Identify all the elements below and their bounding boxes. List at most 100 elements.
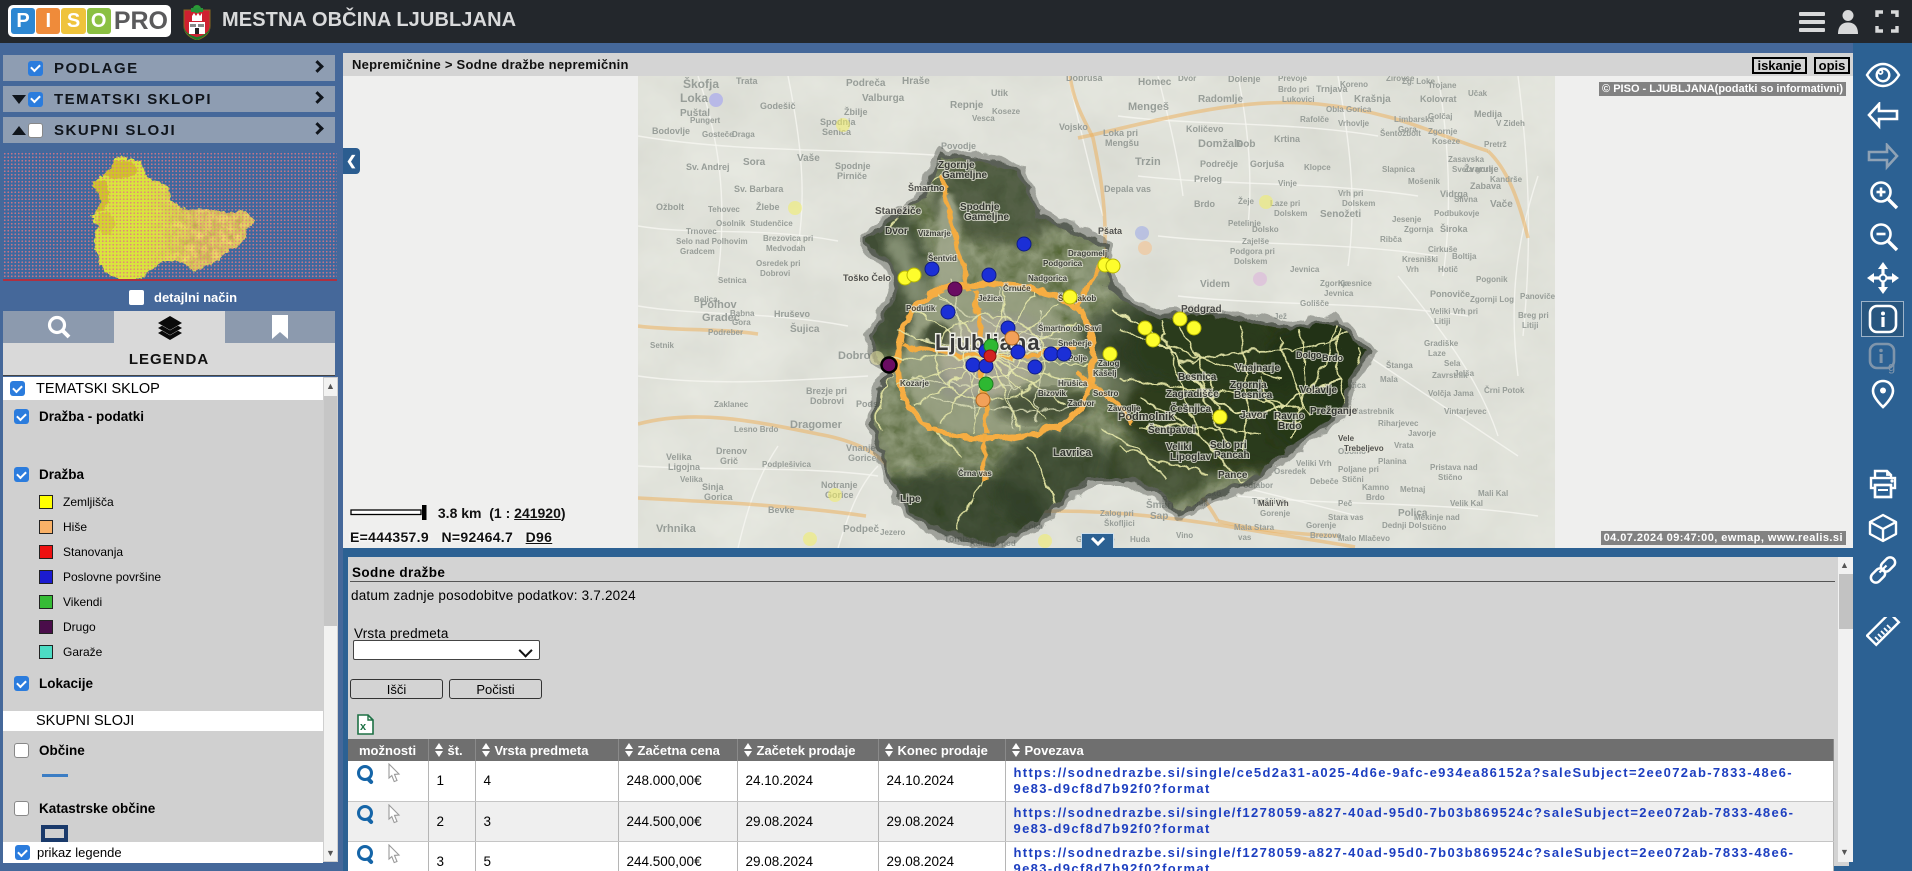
svg-text:Pšata: Pšata bbox=[1098, 226, 1123, 236]
svg-text:Vrh: Vrh bbox=[1406, 265, 1419, 274]
svg-text:Loka pri: Loka pri bbox=[1103, 128, 1138, 138]
svg-text:Pretrž: Pretrž bbox=[1484, 140, 1507, 149]
svg-text:Mali Kal: Mali Kal bbox=[1478, 489, 1508, 498]
svg-text:Zasavska: Zasavska bbox=[1448, 155, 1485, 164]
svg-text:Dvor: Dvor bbox=[885, 226, 908, 237]
svg-text:Jevnica: Jevnica bbox=[1324, 289, 1354, 298]
svg-text:Laze pri: Laze pri bbox=[1270, 199, 1300, 208]
svg-text:Sv. Barbara: Sv. Barbara bbox=[734, 184, 784, 194]
svg-text:Podreber: Podreber bbox=[708, 328, 743, 337]
svg-text:Brezovica pri: Brezovica pri bbox=[763, 234, 813, 243]
svg-text:Ježica: Ježica bbox=[978, 294, 1003, 303]
svg-text:Ligojna: Ligojna bbox=[668, 462, 701, 472]
svg-text:Zadvor: Zadvor bbox=[1068, 399, 1095, 408]
svg-text:Osredek: Osredek bbox=[1274, 467, 1307, 476]
svg-text:Mengšu: Mengšu bbox=[1105, 138, 1139, 148]
svg-text:Loka: Loka bbox=[680, 91, 708, 105]
svg-text:Črnuče: Črnuče bbox=[1003, 284, 1031, 293]
svg-text:Dednji Dol: Dednji Dol bbox=[1382, 521, 1422, 530]
svg-text:Jelša: Jelša bbox=[1454, 369, 1475, 378]
svg-text:Obla Gorica: Obla Gorica bbox=[1326, 105, 1372, 114]
svg-text:Prežganje: Prežganje bbox=[1310, 406, 1358, 417]
svg-text:Zavoglje: Zavoglje bbox=[1108, 404, 1141, 413]
svg-text:Vino: Vino bbox=[1176, 531, 1193, 540]
svg-text:Peč: Peč bbox=[1338, 499, 1353, 508]
svg-text:Podrečje: Podrečje bbox=[1200, 159, 1238, 169]
svg-text:Vaše: Vaše bbox=[797, 153, 820, 164]
svg-text:Lavrica: Lavrica bbox=[1053, 447, 1092, 459]
svg-text:Krtina: Krtina bbox=[1274, 134, 1301, 144]
svg-text:Petelinje: Petelinje bbox=[1228, 219, 1261, 228]
svg-text:Drenov: Drenov bbox=[716, 446, 747, 456]
svg-text:Spodnje: Spodnje bbox=[835, 161, 871, 171]
svg-text:Lipoglav: Lipoglav bbox=[1170, 452, 1212, 463]
svg-text:vas: vas bbox=[1238, 533, 1252, 542]
svg-text:Lukovici: Lukovici bbox=[1282, 95, 1314, 104]
svg-text:Sinja: Sinja bbox=[702, 482, 725, 492]
svg-text:Žlebe: Žlebe bbox=[756, 201, 780, 212]
svg-text:Gameljne: Gameljne bbox=[964, 212, 1009, 223]
svg-text:Kašelj: Kašelj bbox=[1093, 369, 1117, 378]
svg-text:Dvor: Dvor bbox=[1178, 76, 1196, 83]
svg-text:Gorjuša: Gorjuša bbox=[1250, 159, 1285, 169]
svg-text:Brdo: Brdo bbox=[1322, 353, 1343, 363]
svg-text:Gorenje: Gorenje bbox=[1260, 509, 1291, 518]
svg-text:Podgora pri: Podgora pri bbox=[1230, 247, 1275, 256]
svg-text:Jesenje: Jesenje bbox=[1392, 215, 1422, 224]
svg-text:Nadgorica: Nadgorica bbox=[1028, 274, 1068, 283]
svg-text:Huda: Huda bbox=[1130, 535, 1151, 544]
svg-text:Vižmarje: Vižmarje bbox=[918, 229, 951, 238]
svg-text:Dolgo: Dolgo bbox=[1296, 350, 1322, 360]
svg-text:Pogonik: Pogonik bbox=[1476, 275, 1508, 284]
svg-text:Dobrovi: Dobrovi bbox=[810, 396, 844, 406]
svg-text:Kolovrat: Kolovrat bbox=[1420, 94, 1457, 104]
svg-text:Grič: Grič bbox=[720, 456, 738, 466]
svg-text:Litiji: Litiji bbox=[1522, 321, 1538, 330]
svg-text:Kresniški: Kresniški bbox=[1402, 255, 1438, 264]
svg-text:Rafolče: Rafolče bbox=[1300, 115, 1329, 124]
svg-text:Dob: Dob bbox=[1236, 139, 1255, 150]
svg-text:Besnica: Besnica bbox=[1234, 390, 1273, 401]
svg-text:Breg pri: Breg pri bbox=[1518, 311, 1549, 320]
svg-text:Jevnica: Jevnica bbox=[1290, 265, 1320, 274]
svg-text:Široka: Široka bbox=[1440, 223, 1469, 234]
svg-text:Panoviče: Panoviče bbox=[1520, 292, 1555, 301]
svg-text:Notranje: Notranje bbox=[821, 480, 858, 490]
svg-text:Vintarjevec: Vintarjevec bbox=[1444, 407, 1487, 416]
svg-text:Riharjevec: Riharjevec bbox=[1378, 419, 1419, 428]
svg-text:Kresnice: Kresnice bbox=[1338, 279, 1372, 288]
svg-text:Stično: Stično bbox=[1438, 473, 1463, 482]
svg-text:Ožbolt: Ožbolt bbox=[656, 202, 684, 212]
svg-text:Škofja: Škofja bbox=[683, 76, 719, 91]
svg-text:Zaklanec: Zaklanec bbox=[714, 400, 749, 409]
svg-text:Koseze: Koseze bbox=[1432, 137, 1461, 146]
svg-text:Kozarje: Kozarje bbox=[900, 379, 929, 388]
svg-text:Podbukovje: Podbukovje bbox=[1434, 209, 1480, 218]
svg-text:Hrušica: Hrušica bbox=[1058, 379, 1088, 388]
svg-text:Polhov: Polhov bbox=[700, 299, 738, 311]
svg-text:Kamno: Kamno bbox=[1362, 483, 1389, 492]
svg-text:Vinje: Vinje bbox=[1278, 179, 1298, 188]
svg-text:Vrhovlje: Vrhovlje bbox=[1338, 119, 1370, 128]
svg-text:Velika: Velika bbox=[666, 452, 693, 462]
svg-text:Mali Vrh: Mali Vrh bbox=[1258, 499, 1289, 508]
svg-text:Učak: Učak bbox=[1468, 89, 1488, 98]
svg-text:Litiji: Litiji bbox=[1434, 317, 1450, 326]
svg-text:Medija: Medija bbox=[1474, 109, 1503, 119]
svg-text:Trnovec: Trnovec bbox=[686, 227, 717, 236]
svg-text:Dolenje: Dolenje bbox=[1228, 76, 1261, 84]
svg-text:Žbilje: Žbilje bbox=[844, 106, 868, 117]
svg-text:Trata: Trata bbox=[736, 76, 759, 86]
svg-text:Šmartno: Šmartno bbox=[908, 182, 945, 193]
svg-text:Podreča: Podreča bbox=[846, 78, 886, 89]
svg-text:Golčaj: Golčaj bbox=[1428, 112, 1452, 121]
svg-text:Stanežiče: Stanežiče bbox=[875, 206, 922, 217]
svg-text:Pungert: Pungert bbox=[690, 116, 721, 125]
svg-text:Sostro: Sostro bbox=[1093, 389, 1118, 398]
svg-text:Gorica: Gorica bbox=[704, 492, 734, 502]
svg-text:Trzin: Trzin bbox=[1135, 156, 1161, 168]
svg-text:Črna vas: Črna vas bbox=[958, 469, 992, 478]
svg-text:Koreno: Koreno bbox=[1340, 80, 1368, 89]
svg-text:Mala: Mala bbox=[1380, 375, 1398, 384]
svg-text:Češnjica: Češnjica bbox=[1170, 402, 1212, 415]
